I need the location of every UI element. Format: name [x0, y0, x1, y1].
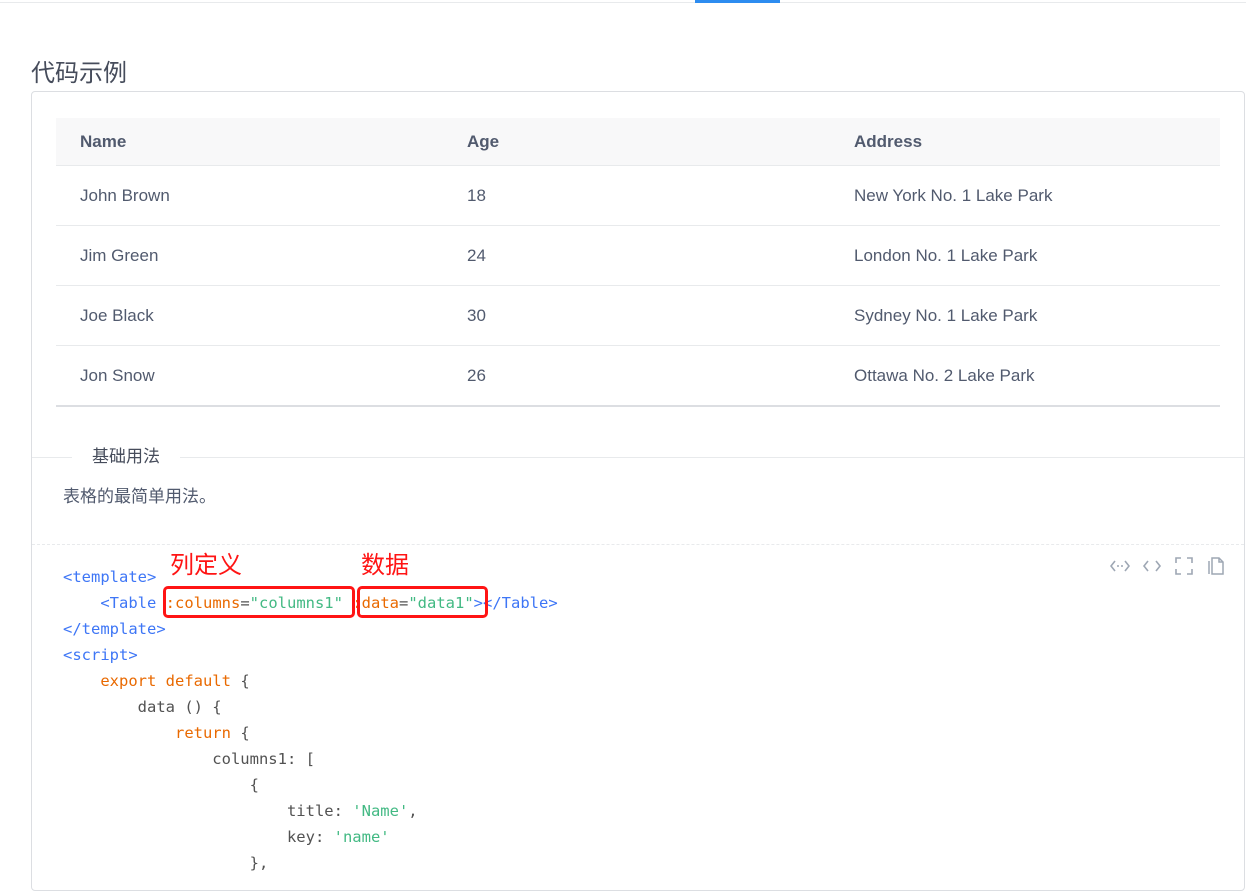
code-line: columns1: [	[63, 746, 558, 772]
cell-age: 18	[443, 165, 830, 226]
code-token: 'name'	[333, 828, 390, 846]
code-line: },	[63, 850, 558, 876]
code-token: <script>	[63, 646, 138, 664]
code-line: return {	[63, 720, 558, 746]
cell-name: John Brown	[56, 165, 443, 226]
table-row[interactable]: John Brown 18 New York No. 1 Lake Park	[56, 165, 1220, 226]
code-token: },	[63, 854, 269, 872]
cell-address: London No. 1 Lake Park	[830, 225, 1220, 286]
table-row[interactable]: Jim Green 24 London No. 1 Lake Park	[56, 225, 1220, 286]
cell-age: 24	[443, 225, 830, 286]
cell-age: 30	[443, 285, 830, 346]
annotation-box-data	[357, 586, 488, 618]
code-line: </template>	[63, 616, 558, 642]
code-line: key: 'name'	[63, 824, 558, 850]
code-token: return	[174, 724, 231, 742]
section-legend: 基础用法	[72, 446, 180, 468]
page-title: 代码示例	[31, 59, 127, 88]
table-row[interactable]: Joe Black 30 Sydney No. 1 Lake Park	[56, 285, 1220, 346]
column-header-age[interactable]: Age	[443, 118, 830, 166]
annotation-data-label: 数据	[361, 551, 409, 579]
cell-name: Joe Black	[56, 285, 443, 346]
table-row[interactable]: Jon Snow 26 Ottawa No. 2 Lake Park	[56, 345, 1220, 407]
code-token: columns1: [	[63, 750, 315, 768]
top-nav-divider	[0, 2, 1246, 3]
active-tab-indicator	[695, 0, 780, 3]
column-header-address[interactable]: Address	[830, 118, 1220, 166]
code-token: </template>	[63, 620, 166, 638]
cell-age: 26	[443, 345, 830, 407]
column-header-name[interactable]: Name	[56, 118, 443, 166]
annotation-columns-label: 列定义	[170, 551, 242, 579]
code-line: <script>	[63, 642, 558, 668]
cell-address: New York No. 1 Lake Park	[830, 165, 1220, 226]
code-icon[interactable]	[1140, 554, 1164, 578]
code-line: data () {	[63, 694, 558, 720]
cell-address: Ottawa No. 2 Lake Park	[830, 345, 1220, 407]
code-token: 'Name'	[352, 802, 409, 820]
code-line: {	[63, 772, 558, 798]
code-token: {	[63, 776, 259, 794]
code-divider	[32, 544, 1244, 545]
copy-icon[interactable]	[1204, 554, 1228, 578]
code-token: key:	[63, 828, 334, 846]
section-divider	[32, 457, 1244, 458]
code-expand-icon[interactable]	[1108, 554, 1132, 578]
code-token: {	[230, 724, 250, 742]
code-token: title:	[63, 802, 353, 820]
demo-table: Name Age Address John Brown 18 New York …	[56, 118, 1220, 407]
code-token: {	[230, 672, 250, 690]
cell-name: Jim Green	[56, 225, 443, 286]
fullscreen-icon[interactable]	[1172, 554, 1196, 578]
code-token: <template>	[63, 568, 157, 586]
code-line: title: 'Name',	[63, 798, 558, 824]
code-toolbar	[1108, 554, 1228, 578]
code-token: ,	[408, 802, 418, 820]
annotation-box-columns	[163, 586, 355, 618]
cell-name: Jon Snow	[56, 345, 443, 407]
code-line: export default {	[63, 668, 558, 694]
code-token: data () {	[63, 698, 222, 716]
code-token: <Table	[100, 594, 166, 612]
table-header-row: Name Age Address	[56, 118, 1220, 166]
section-description: 表格的最简单用法。	[63, 487, 216, 507]
code-token: export default	[100, 672, 231, 690]
cell-address: Sydney No. 1 Lake Park	[830, 285, 1220, 346]
